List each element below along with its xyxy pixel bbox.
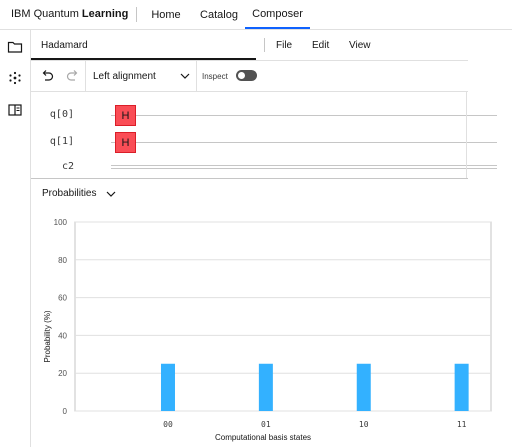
brand-name: IBM Quantum: [11, 8, 82, 20]
nav-catalog[interactable]: Catalog: [195, 0, 243, 29]
panel-divider: [466, 92, 467, 178]
toggle-knob: [238, 72, 245, 79]
qubit-label-q1: q[1]: [49, 136, 74, 147]
panel-layout-icon[interactable]: [7, 102, 23, 118]
menu-file[interactable]: File: [276, 40, 292, 51]
brand-name-bold: Learning: [81, 8, 129, 20]
classical-wire-bottom: [111, 168, 497, 169]
file-tab-bar: Hadamard: [31, 30, 468, 61]
nav-composer[interactable]: Composer: [245, 0, 310, 29]
x-tick-label: 10: [359, 420, 369, 429]
probability-bar: [160, 363, 175, 411]
classical-wire-top: [111, 165, 497, 166]
probability-bar: [356, 363, 371, 411]
y-tick-label: 40: [58, 331, 67, 340]
y-axis-label: Probability (%): [43, 310, 52, 362]
top-navigation-bar: IBM Quantum Learning Home Catalog Compos…: [0, 0, 512, 30]
y-tick-label: 20: [58, 369, 67, 378]
circuit-canvas: q[0] H q[1] H c2: [31, 92, 497, 179]
probability-bar: [258, 363, 273, 411]
probability-bar: [454, 363, 469, 411]
chevron-down-icon[interactable]: [180, 72, 190, 80]
menu-view[interactable]: View: [349, 40, 371, 51]
folder-icon[interactable]: [7, 39, 23, 55]
plot-frame: [74, 221, 492, 412]
hadamard-gate-q0[interactable]: H: [115, 105, 136, 126]
brand-logo[interactable]: IBM Quantum Learning: [11, 8, 128, 20]
menu-edit[interactable]: Edit: [312, 40, 329, 51]
menu-divider: [264, 38, 265, 52]
qubit-wire-q1: [111, 142, 497, 143]
y-tick-label: 80: [58, 256, 67, 265]
x-tick-label: 01: [261, 420, 271, 429]
redo-icon[interactable]: [66, 69, 80, 83]
file-tab[interactable]: Hadamard: [31, 30, 256, 60]
x-tick-label: 11: [457, 420, 467, 429]
probability-chart: 0 20 40 60 80 100 00 01 10 11 Computational basis …: [43, 218, 492, 442]
undo-icon[interactable]: [40, 69, 54, 83]
qubit-label-q0: q[0]: [49, 109, 74, 120]
brand-divider: [136, 7, 137, 22]
y-tick-label: 100: [54, 218, 68, 227]
left-sidebar: [0, 30, 31, 447]
toolbar-divider: [85, 61, 86, 91]
classical-register-label: c2: [61, 161, 74, 172]
x-tick-label: 00: [163, 420, 173, 429]
chevron-down-icon[interactable]: [106, 190, 116, 198]
y-tick-label: 0: [63, 407, 68, 416]
toolbar-divider: [196, 61, 197, 91]
circuit-dots-icon[interactable]: [7, 70, 23, 86]
inspect-toggle[interactable]: [236, 70, 257, 81]
hadamard-gate-q1[interactable]: H: [115, 132, 136, 153]
alignment-select[interactable]: Left alignment: [93, 71, 156, 82]
x-axis-label: Computational basis states: [215, 433, 311, 442]
inspect-label: Inspect: [202, 72, 228, 81]
nav-home[interactable]: Home: [145, 0, 187, 29]
file-name: Hadamard: [41, 40, 88, 51]
probabilities-title[interactable]: Probabilities: [42, 188, 96, 199]
qubit-wire-q0: [111, 115, 497, 116]
y-tick-label: 60: [58, 294, 67, 303]
